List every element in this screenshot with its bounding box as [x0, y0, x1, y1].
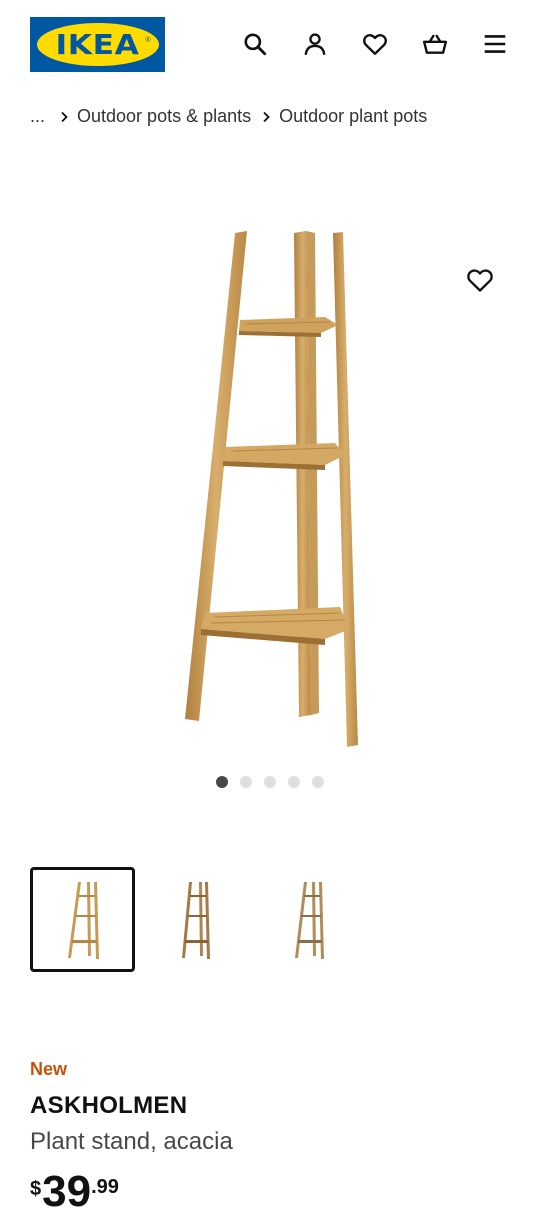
thumbnail-image	[294, 881, 324, 959]
chevron-right-icon	[253, 111, 279, 123]
basket-button[interactable]	[415, 24, 455, 64]
product-image	[185, 231, 358, 747]
logo-oval: IKEA ®	[36, 23, 159, 66]
thumbnail-image	[181, 881, 210, 959]
carousel-dot[interactable]	[312, 776, 324, 788]
carousel-indicators	[0, 776, 540, 788]
product-name: ASKHOLMEN	[30, 1092, 188, 1119]
carousel-dot[interactable]	[240, 776, 252, 788]
account-button[interactable]	[295, 24, 335, 64]
basket-icon	[422, 34, 448, 54]
add-to-favourites-button[interactable]	[460, 260, 500, 300]
product-description: Plant stand, acacia	[30, 1128, 233, 1155]
search-icon	[244, 33, 267, 56]
breadcrumb-item-outdoor-plant-pots[interactable]: Outdoor plant pots	[279, 106, 427, 127]
product-image-carousel[interactable]	[0, 200, 540, 760]
thumbnail-1[interactable]	[30, 867, 135, 972]
account-icon	[304, 33, 326, 55]
thumbnail-2[interactable]	[143, 867, 248, 972]
breadcrumb-ellipsis[interactable]: ...	[30, 106, 45, 127]
chevron-right-icon	[51, 111, 77, 123]
carousel-dot[interactable]	[288, 776, 300, 788]
search-button[interactable]	[235, 24, 275, 64]
breadcrumb-item-outdoor-pots-plants[interactable]: Outdoor pots & plants	[77, 106, 251, 127]
price-currency: $	[30, 1178, 42, 1200]
heart-icon	[363, 34, 387, 55]
new-badge: New	[30, 1059, 68, 1079]
breadcrumb: ... Outdoor pots & plants Outdoor plant …	[30, 106, 427, 127]
logo-registered-mark: ®	[145, 37, 151, 44]
price-decimal: .99	[91, 1176, 119, 1198]
thumbnail-image	[67, 881, 99, 959]
favourites-button[interactable]	[355, 24, 395, 64]
ikea-logo[interactable]: IKEA ®	[30, 17, 165, 72]
thumbnail-3[interactable]	[256, 867, 361, 972]
menu-button[interactable]	[475, 24, 515, 64]
product-price: $ 39 .99	[30, 1170, 119, 1214]
logo-text: IKEA	[55, 28, 140, 61]
price-integer: 39	[42, 1167, 92, 1216]
heart-icon	[467, 269, 493, 292]
header: IKEA ®	[0, 0, 540, 90]
thumbnail-strip	[30, 867, 361, 972]
carousel-dot[interactable]	[216, 776, 228, 788]
menu-icon	[484, 35, 506, 53]
carousel-dot[interactable]	[264, 776, 276, 788]
